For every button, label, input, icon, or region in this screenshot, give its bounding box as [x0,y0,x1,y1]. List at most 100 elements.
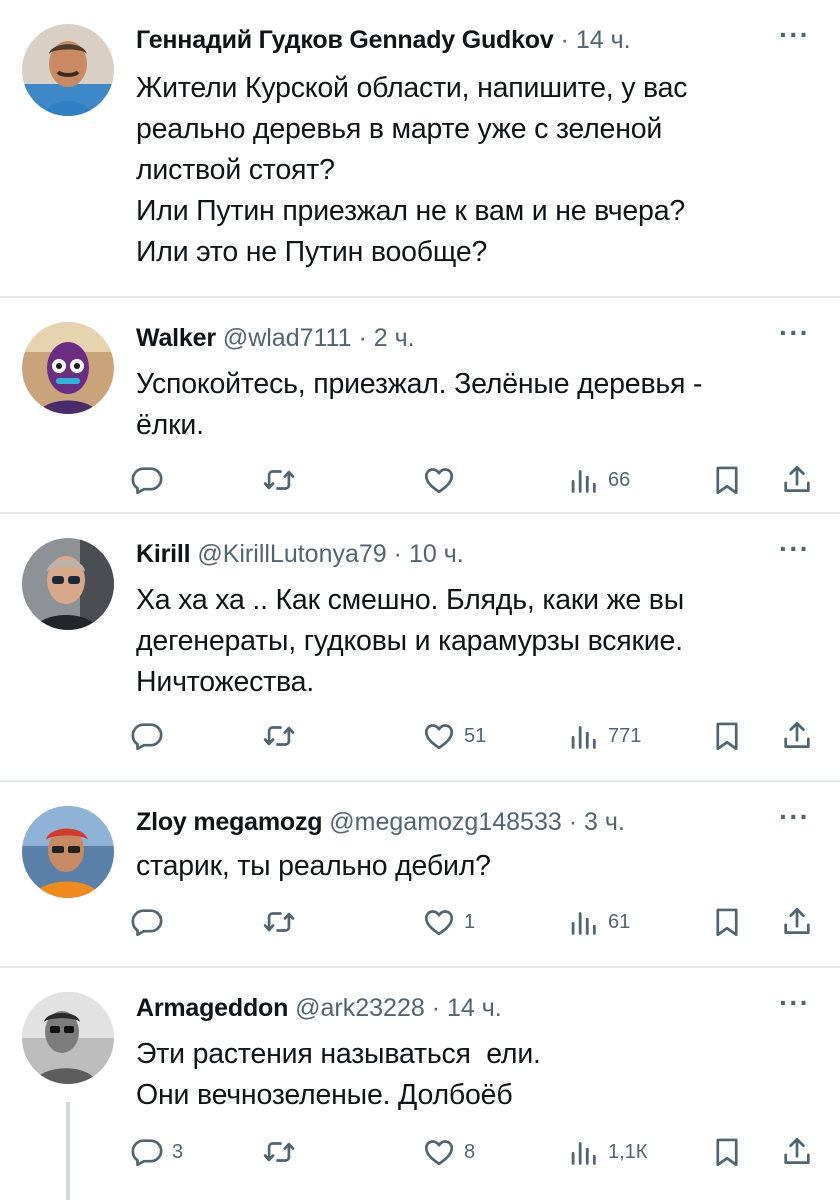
author-handle[interactable]: @KirillLutonya79 [197,540,386,568]
tweet-header: Геннадий Гудков Gennady Gudkov · 14 ч. ·… [136,21,810,58]
tweet-time[interactable]: 2 ч. [374,324,415,352]
tweet-actions: 3 8 1,1К [120,1130,820,1174]
tweet-line: старик, ты реально дебил? [136,850,491,882]
meta-separator: · [560,26,569,54]
tweet-meta: @wlad7111 · 2 ч. [223,324,415,352]
tweet-actions: 1 61 [120,900,820,944]
tweet-1[interactable]: Геннадий Гудков Gennady Gudkov · 14 ч. ·… [0,0,840,298]
more-options-icon[interactable]: ··· [779,21,810,49]
author-name[interactable]: Kirill [136,540,191,568]
tweet-header: Armageddon @ark23228 · 14 ч. ··· [136,989,810,1026]
tweet-2[interactable]: Walker @wlad7111 · 2 ч. ··· Успокойтесь,… [0,298,840,514]
bookmark-button[interactable] [710,714,744,758]
views-button[interactable]: 1,1К [566,1130,647,1174]
retweet-icon [262,719,296,753]
avatar[interactable] [22,538,114,630]
retweet-button[interactable] [262,714,304,758]
tweet-line: Эти растения называться ели. [136,1038,541,1070]
views-icon [566,1135,600,1169]
like-count: 51 [464,724,487,747]
bookmark-icon [710,1135,744,1169]
author-name[interactable]: Геннадий Гудков Gennady Gudkov [136,26,554,54]
retweet-button[interactable] [262,458,304,502]
more-options-icon[interactable]: ··· [779,989,810,1017]
share-icon [780,463,814,497]
author-handle[interactable]: @megamozg148533 [329,808,561,836]
bookmark-button[interactable] [710,1130,744,1174]
avatar[interactable] [22,24,114,116]
views-count: 771 [608,724,642,747]
author-name[interactable]: Walker [136,324,216,352]
tweet-line: реально деревья в марте уже с зеленой [136,113,663,145]
views-button[interactable]: 771 [566,714,641,758]
more-options-icon[interactable]: ··· [779,535,810,563]
author-name[interactable]: Armageddon [136,994,288,1022]
retweet-button[interactable] [262,1130,304,1174]
like-button[interactable] [422,458,464,502]
retweet-button[interactable] [262,900,304,944]
reply-button[interactable]: 3 [130,1130,183,1174]
avatar[interactable] [22,322,114,414]
reply-button[interactable] [130,900,172,944]
share-icon [780,719,814,753]
bookmark-icon [710,905,744,939]
views-button[interactable]: 61 [566,900,630,944]
meta-separator: · [393,540,402,568]
like-count: 1 [464,910,476,933]
thread-connector [66,1102,70,1200]
reply-count: 3 [172,1140,184,1163]
share-button[interactable] [780,1130,814,1174]
reply-icon [130,463,164,497]
tweet-4[interactable]: Zloy megamozg @megamozg148533 · 3 ч. ···… [0,782,840,968]
like-button[interactable]: 1 [422,900,475,944]
retweet-icon [262,463,296,497]
avatar[interactable] [22,806,114,898]
retweet-icon [262,905,296,939]
share-button[interactable] [780,900,814,944]
reply-button[interactable] [130,714,172,758]
like-button[interactable]: 8 [422,1130,475,1174]
like-icon [422,719,456,753]
tweet-line: ёлки. [136,409,204,441]
views-icon [566,719,600,753]
like-button[interactable]: 51 [422,714,486,758]
views-count: 1,1К [608,1140,648,1163]
reply-button[interactable] [130,458,172,502]
tweet-5[interactable]: Armageddon @ark23228 · 14 ч. ··· Эти рас… [0,968,840,1200]
tweet-time[interactable]: 14 ч. [576,26,631,54]
more-options-icon[interactable]: ··· [779,803,810,831]
tweet-line: Ха ха ха .. Как смешно. Блядь, каки же в… [136,584,685,616]
author-handle[interactable]: @ark23228 [295,994,425,1022]
tweet-actions: 66 [120,458,820,502]
avatar[interactable] [22,992,114,1084]
tweet-meta: @KirillLutonya79 · 10 ч. [197,540,463,568]
bookmark-button[interactable] [710,458,744,502]
tweet-text: Жители Курской области, напишите, у вас … [136,68,806,273]
tweet-3[interactable]: Kirill @KirillLutonya79 · 10 ч. ··· Ха х… [0,514,840,782]
more-options-icon[interactable]: ··· [779,319,810,347]
views-icon [566,463,600,497]
author-handle[interactable]: @wlad7111 [223,324,352,352]
bookmark-button[interactable] [710,900,744,944]
bookmark-icon [710,719,744,753]
tweet-time[interactable]: 3 ч. [584,808,625,836]
share-icon [780,905,814,939]
tweet-time[interactable]: 10 ч. [409,540,464,568]
tweet-text: Ха ха ха .. Как смешно. Блядь, каки же в… [136,580,806,703]
views-button[interactable]: 66 [566,458,630,502]
author-name[interactable]: Zloy megamozg [136,808,323,836]
tweet-text: Успокойтесь, приезжал. Зелёные деревья -… [136,364,806,446]
tweet-line: Ничтожества. [136,666,315,698]
tweet-line: Или Путин приезжал не к вам и не вчера? [136,195,686,227]
reply-icon [130,905,164,939]
tweet-header: Walker @wlad7111 · 2 ч. ··· [136,319,810,356]
views-count: 66 [608,468,631,491]
tweet-time[interactable]: 14 ч. [447,994,502,1022]
views-count: 61 [608,910,631,933]
tweet-line: листвой стоят? [136,154,335,186]
views-icon [566,905,600,939]
like-icon [422,1135,456,1169]
share-button[interactable] [780,714,814,758]
tweet-text: старик, ты реально дебил? [136,846,806,887]
share-button[interactable] [780,458,814,502]
